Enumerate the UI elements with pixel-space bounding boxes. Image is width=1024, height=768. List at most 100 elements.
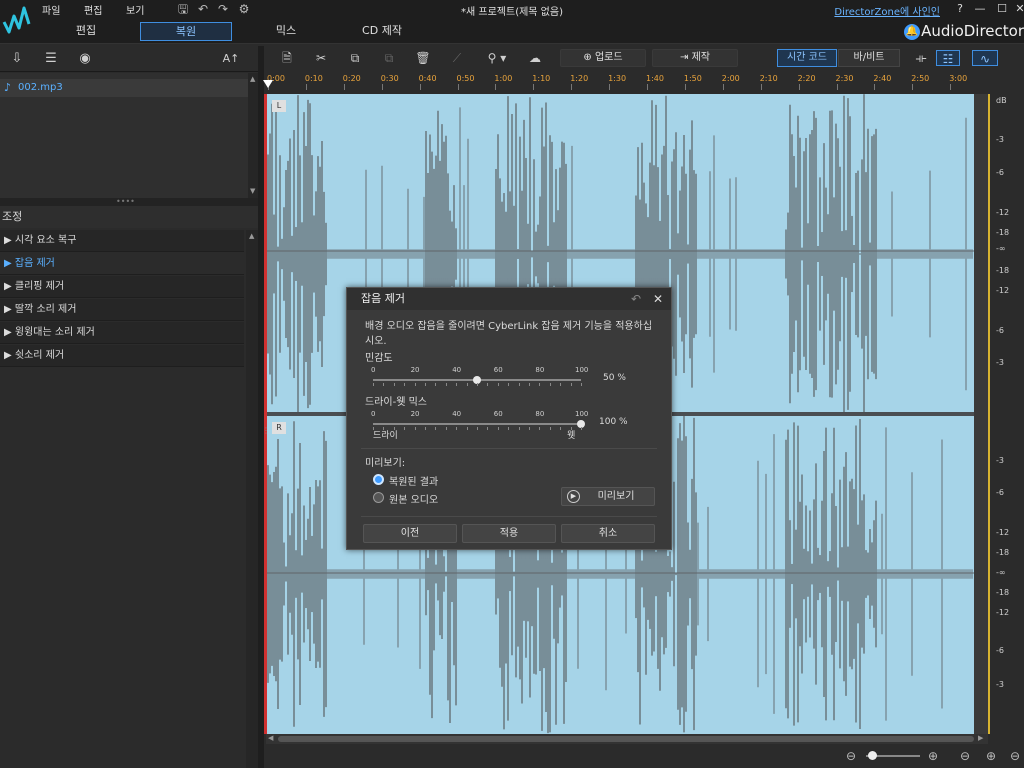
import-icon[interactable]: ⇩: [8, 51, 26, 67]
db-tick-label: -6: [996, 326, 1004, 335]
adjust-item[interactable]: ▶ 시각 요소 복구: [0, 230, 244, 252]
drywet-slider[interactable]: [373, 423, 581, 425]
scroll-left-icon[interactable]: ◀: [268, 734, 273, 742]
cancel-button[interactable]: 취소: [561, 524, 655, 543]
db-tick-label: -3: [996, 358, 1004, 367]
ruler-tick-label: 3:00: [949, 74, 968, 83]
slider-tick: [435, 383, 437, 386]
preview-button[interactable]: ▶ 미리보기: [561, 487, 655, 506]
font-size-button[interactable]: A↑: [218, 51, 244, 67]
close-dialog-icon[interactable]: ✕: [653, 292, 663, 306]
zoom-slider-thumb[interactable]: [868, 751, 877, 760]
new-document-icon[interactable]: 🗎: [278, 50, 296, 66]
cloud-icon[interactable]: ☁: [526, 50, 544, 66]
save-icon[interactable]: 🖫: [176, 2, 190, 16]
ruler-tick: [305, 84, 307, 90]
tab-edit[interactable]: 편집: [40, 22, 132, 41]
settings-gear-icon[interactable]: ⚙: [237, 2, 251, 16]
media-scrollbar[interactable]: ▲ ▼: [248, 73, 258, 198]
copy-icon[interactable]: ⧉: [346, 50, 364, 66]
scroll-up-icon[interactable]: ▲: [250, 75, 255, 83]
slider-scale-number: 40: [452, 410, 462, 418]
slider-tick: [487, 383, 489, 386]
reset-icon[interactable]: ↶: [631, 292, 641, 306]
adjust-item-label: 클리핑 제거: [14, 281, 65, 292]
adjust-item[interactable]: ▶ 딸깍 소리 제거: [0, 299, 244, 321]
delete-icon[interactable]: 🗑: [414, 50, 432, 66]
scroll-up-icon[interactable]: ▲: [249, 232, 254, 240]
download-icon[interactable]: ◉: [76, 51, 94, 67]
ruler-tick: [950, 84, 952, 90]
scroll-right-icon[interactable]: ▶: [978, 734, 983, 742]
zoom-selection-icon[interactable]: ⊖: [956, 748, 974, 764]
channel-right-label: R: [272, 422, 286, 434]
menu-edit[interactable]: 편집: [84, 2, 102, 17]
ruler-tick-label: 2:20: [797, 74, 816, 83]
db-tick-label: -12: [996, 286, 1010, 295]
tab-mix[interactable]: 믹스: [240, 22, 332, 41]
radio-original[interactable]: [373, 492, 384, 503]
zoom-fit-icon[interactable]: ⊕: [982, 748, 1000, 764]
ruler-tick: [457, 84, 459, 90]
wave-display-icon[interactable]: ∿: [972, 50, 998, 66]
ruler-tick-label: 1:30: [608, 74, 627, 83]
adjust-item[interactable]: ▶ 쉿소리 제거: [0, 345, 244, 367]
panel-splitter[interactable]: ••••: [0, 198, 262, 206]
dialog-description: 배경 오디오 잡음을 줄이려면 CyberLink 잡음 제거 기능을 적용하십…: [365, 321, 653, 347]
maximize-button[interactable]: ☐: [994, 2, 1010, 16]
adjust-item-noise[interactable]: ▶ 잡음 제거: [0, 253, 244, 275]
playhead-marker[interactable]: [263, 80, 273, 88]
ruler-tick-label: 2:00: [721, 74, 740, 83]
waveform-view-icon[interactable]: ⟛: [910, 50, 932, 66]
ruler-tick: [912, 84, 914, 90]
db-tick-label: -6: [996, 646, 1004, 655]
redo-icon[interactable]: ↷: [216, 2, 230, 16]
adjust-scrollbar[interactable]: ▲: [246, 230, 258, 768]
original-option-label[interactable]: 원본 오디오: [389, 491, 438, 506]
adjust-item[interactable]: ▶ 윙윙대는 소리 제거: [0, 322, 244, 344]
ruler-tick-label: 1:00: [494, 74, 513, 83]
adjust-item-label: 윙윙대는 소리 제거: [14, 327, 95, 338]
zoom-out-icon[interactable]: ⊖: [842, 748, 860, 764]
produce-label: 제작: [691, 52, 710, 63]
notification-bell-icon[interactable]: 🔔: [904, 24, 920, 40]
undo-icon[interactable]: ↶: [196, 2, 210, 16]
trim-icon[interactable]: ⟋: [448, 50, 466, 66]
tab-cd[interactable]: CD 제작: [336, 22, 428, 41]
signin-link[interactable]: DirectorZone에 사인인: [834, 3, 940, 18]
bar-beat-toggle[interactable]: 바/비트: [838, 49, 900, 67]
adjust-item[interactable]: ▶ 클리핑 제거: [0, 276, 244, 298]
menu-view[interactable]: 보기: [126, 2, 144, 17]
previous-button[interactable]: 이전: [363, 524, 457, 543]
media-filename: 002.mp3: [18, 82, 63, 93]
tab-restore[interactable]: 복원: [140, 22, 232, 41]
horizontal-scrollbar[interactable]: ◀ ▶: [266, 734, 988, 744]
radio-restored[interactable]: [373, 474, 384, 485]
slider-scale-number: 40: [452, 366, 462, 374]
scroll-down-icon[interactable]: ▼: [250, 187, 255, 195]
menu-file[interactable]: 파일: [42, 2, 60, 17]
restored-option-label[interactable]: 복원된 결과: [389, 473, 438, 488]
zoom-all-icon[interactable]: ⊖: [1006, 748, 1024, 764]
import-list-icon[interactable]: ☰: [42, 51, 60, 67]
produce-button[interactable]: ⇥ 제작: [652, 49, 738, 67]
resize-grip-icon[interactable]: ⋮: [262, 426, 270, 435]
ruler-tick: [760, 84, 762, 90]
close-window-button[interactable]: ✕: [1012, 2, 1024, 16]
zoom-in-icon[interactable]: ⊕: [924, 748, 942, 764]
marker-dropdown-icon[interactable]: ⚲ ▾: [482, 50, 512, 66]
apply-button[interactable]: 적용: [462, 524, 556, 543]
slider-tick: [383, 427, 385, 430]
minimize-button[interactable]: —: [972, 2, 988, 16]
spectral-view-icon[interactable]: ☷: [936, 50, 960, 66]
help-button[interactable]: ?: [952, 2, 968, 16]
db-tick-label: -6: [996, 168, 1004, 177]
cut-icon[interactable]: ✂: [312, 50, 330, 66]
upload-button[interactable]: ⊕ 업로드: [560, 49, 646, 67]
paste-icon[interactable]: ⧉: [380, 50, 398, 66]
ruler-tick-label: 2:10: [759, 74, 778, 83]
scroll-thumb[interactable]: [278, 736, 974, 742]
timeline-ruler[interactable]: [264, 70, 1024, 92]
timecode-toggle[interactable]: 시간 코드: [777, 49, 837, 67]
media-item[interactable]: ♪ 002.mp3: [0, 79, 248, 97]
